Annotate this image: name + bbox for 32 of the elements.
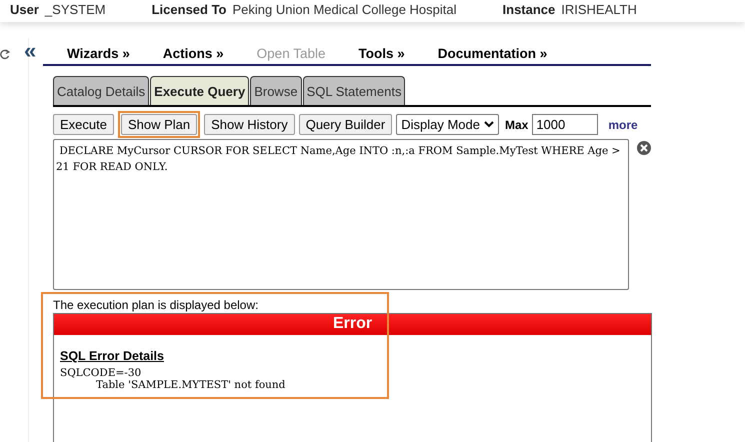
display-mode-dropdown[interactable]: Display Mode — [396, 114, 499, 135]
error-message: Table 'SAMPLE.MYTEST' not found — [96, 379, 286, 391]
menu-item[interactable]: Tools » — [358, 46, 405, 61]
max-rows-field[interactable]: 1000 — [532, 114, 598, 135]
toolbar-button[interactable]: Show Plan — [120, 114, 198, 135]
more-link[interactable]: more — [608, 118, 638, 132]
header-value: IRISHEALTH — [561, 2, 637, 17]
max-label: Max — [504, 118, 528, 132]
tab[interactable]: Browse — [250, 76, 302, 105]
plan-caption: The execution plan is displayed below: — [53, 298, 260, 312]
tab[interactable]: Execute Query — [150, 76, 250, 105]
header-value: Peking Union Medical College Hospital — [232, 2, 457, 17]
sql-code: SQLCODE=-30 — [60, 367, 142, 379]
toolbar-button[interactable]: Show History — [204, 114, 295, 135]
tab[interactable]: Catalog Details — [53, 76, 150, 105]
chevron-icon — [484, 121, 494, 128]
toolbar-button[interactable]: Query Builder — [298, 114, 392, 135]
menu-item[interactable]: Actions » — [162, 46, 224, 61]
error-title: Error — [54, 314, 651, 335]
toolbar-button[interactable]: Execute — [53, 114, 114, 135]
clear-icon[interactable] — [637, 141, 651, 155]
menu-item[interactable]: Wizards » — [67, 46, 130, 61]
header-label: Instance — [502, 2, 556, 17]
header-label: User — [10, 2, 39, 17]
error-details-heading: SQL Error Details — [60, 349, 164, 363]
tab[interactable]: SQL Statements — [302, 76, 406, 105]
collapse-button[interactable]: « — [24, 40, 36, 62]
refresh-icon[interactable] — [0, 48, 10, 60]
menu-item[interactable]: Documentation » — [438, 46, 548, 61]
header-label: Licensed To — [152, 2, 226, 17]
header-value: _SYSTEM — [44, 2, 106, 17]
query-editor[interactable]: DECLARE MyCursor CURSOR FOR SELECT Name,Age INTO :n,:a FROM Sample.MyTest WHERE Age > 21 FOR READ ONLY. — [53, 139, 630, 290]
